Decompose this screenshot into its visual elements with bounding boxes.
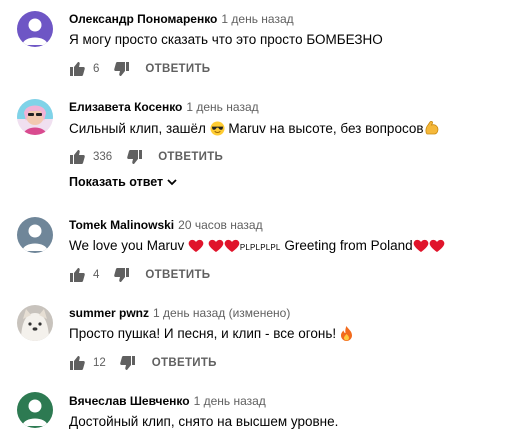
thumbs-up-icon[interactable]: [69, 355, 85, 371]
avatar[interactable]: [17, 99, 53, 135]
comment-header: Елизавета Косенко 1 день назад: [69, 100, 259, 114]
red-heart-emoji-icon: [429, 239, 445, 256]
thumbs-up-icon[interactable]: [69, 61, 85, 77]
author-name[interactable]: Tomek Malinowski: [69, 218, 174, 232]
comment-time[interactable]: 1 день назад: [221, 12, 293, 26]
comment-text: Просто пушка! И песня, и клип - все огон…: [69, 326, 353, 344]
thumbs-down-icon[interactable]: [126, 149, 142, 165]
comment-actions: 4 ОТВЕТИТЬ: [69, 265, 210, 285]
avatar[interactable]: [17, 217, 53, 253]
thumbs-down-icon[interactable]: [120, 355, 136, 371]
thumbs-down-icon[interactable]: [113, 61, 129, 77]
comment-text-part: PLPLPLPL: [239, 243, 281, 252]
default-avatar-icon: [17, 11, 53, 47]
fire-emoji-icon: [340, 326, 353, 344]
reply-button[interactable]: ОТВЕТИТЬ: [158, 151, 223, 163]
comment-text: We love you Maruv PLPLPLPL Greeting from…: [69, 238, 445, 256]
comment-text-part: Maruv на высоте, без вопросов: [224, 121, 424, 136]
comment-actions: 6 ОТВЕТИТЬ: [69, 59, 210, 79]
like-count: 4: [93, 269, 100, 281]
author-name[interactable]: Вячеслав Шевченко: [69, 394, 190, 408]
comment-time[interactable]: 1 день назад: [186, 100, 258, 114]
dog-photo-avatar: [17, 305, 53, 341]
comment-text-part: Сильный клип, зашёл: [69, 121, 210, 136]
comment-actions: 12 ОТВЕТИТЬ: [69, 353, 217, 373]
reply-button[interactable]: ОТВЕТИТЬ: [145, 269, 210, 281]
like-count: 12: [93, 357, 106, 369]
author-name[interactable]: Елизавета Косенко: [69, 100, 182, 114]
user-photo-avatar: [17, 99, 53, 135]
comment-text-part: Greeting from Poland: [280, 238, 413, 253]
show-replies-label: Показать ответ: [69, 175, 164, 189]
comment-text-part: We love you Maruv: [69, 238, 189, 253]
show-replies-button[interactable]: Показать ответ: [69, 175, 177, 189]
like-count: 336: [93, 151, 113, 163]
comment-time[interactable]: 20 часов назад: [178, 218, 262, 232]
comment-time[interactable]: 1 день назад (изменено): [153, 306, 290, 320]
red-heart-emoji-icon: [188, 239, 204, 256]
default-avatar-icon: [17, 217, 53, 253]
comment-header: Олександр Пономаренко 1 день назад: [69, 12, 294, 26]
comment-actions: 336 ОТВЕТИТЬ: [69, 147, 223, 167]
thumbs-down-icon[interactable]: [113, 267, 129, 283]
comment-header: Вячеслав Шевченко 1 день назад: [69, 394, 266, 408]
avatar[interactable]: [17, 392, 53, 428]
thumbs-up-icon[interactable]: [69, 267, 85, 283]
sunglasses-emoji-icon: [210, 121, 225, 139]
default-avatar-icon: [17, 392, 53, 428]
reply-button[interactable]: ОТВЕТИТЬ: [152, 357, 217, 369]
red-heart-emoji-icon: [224, 239, 240, 256]
comment-header: Tomek Malinowski 20 часов назад: [69, 218, 263, 232]
comment-text: Я могу просто сказать что это просто БОМ…: [69, 32, 383, 47]
reply-button[interactable]: ОТВЕТИТЬ: [145, 63, 210, 75]
like-count: 6: [93, 63, 100, 75]
red-heart-emoji-icon: [413, 239, 429, 256]
avatar[interactable]: [17, 11, 53, 47]
comment-text: Сильный клип, зашёл Maruv на высоте, без…: [69, 120, 440, 139]
comment-time[interactable]: 1 день назад: [194, 394, 266, 408]
author-name[interactable]: Олександр Пономаренко: [69, 12, 217, 26]
comment-text: Достойный клип, снято на высшем уровне.: [69, 414, 339, 429]
author-name[interactable]: summer pwnz: [69, 306, 149, 320]
comment-header: summer pwnz 1 день назад (изменено): [69, 306, 290, 320]
red-heart-emoji-icon: [208, 239, 224, 256]
avatar[interactable]: [17, 305, 53, 341]
thumbs-up-icon[interactable]: [69, 149, 85, 165]
chevron-down-icon: [167, 178, 177, 185]
comment-text-part: Просто пушка! И песня, и клип - все огон…: [69, 326, 340, 341]
flexed-biceps-emoji-icon: [424, 120, 440, 139]
